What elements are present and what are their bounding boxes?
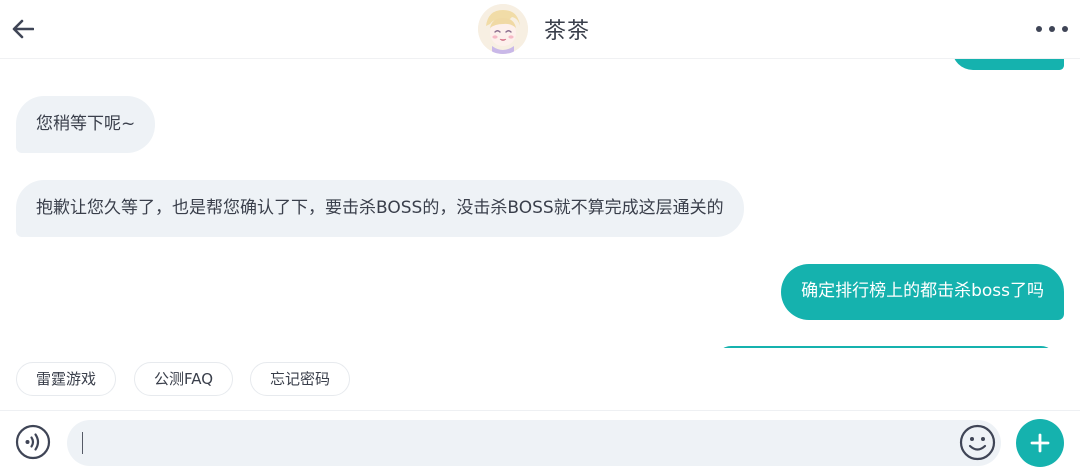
input-bar: [0, 410, 1080, 475]
contact-name: 茶茶: [544, 19, 591, 44]
text-cursor: [82, 432, 83, 454]
add-button[interactable]: [1016, 419, 1064, 467]
message-input[interactable]: [67, 420, 1001, 466]
message-bubble-agent: 您稍等下呢~: [16, 96, 156, 153]
quick-reply-chip[interactable]: 忘记密码: [250, 362, 351, 396]
quick-reply-chip[interactable]: 雷霆游戏: [16, 362, 117, 396]
voice-button[interactable]: [15, 424, 51, 460]
quick-replies: 雷霆游戏 公测FAQ 忘记密码: [0, 348, 1080, 410]
message-list[interactable]: 您稍等下呢~ 抱歉让您久等了，也是帮您确认了下，要击杀BOSS的，没击杀BOSS…: [0, 58, 1080, 348]
message-bubble-user: 确定排行榜上的都击杀boss了吗: [781, 264, 1064, 320]
message-bubble-partial: [952, 58, 1064, 70]
contact-info[interactable]: 茶茶: [478, 4, 590, 54]
emoji-icon: [959, 424, 996, 461]
plus-icon: [1030, 433, 1050, 453]
chat-header: 茶茶: [0, 0, 1080, 59]
back-button[interactable]: [8, 12, 38, 46]
message-bubble-agent: 抱歉让您久等了，也是帮您确认了下，要击杀BOSS的，没击杀BOSS就不算完成这层…: [16, 180, 744, 237]
emoji-button[interactable]: [959, 424, 996, 461]
more-options-button[interactable]: [1036, 18, 1068, 40]
quick-reply-chip[interactable]: 公测FAQ: [134, 362, 234, 396]
voice-icon: [15, 424, 51, 460]
avatar[interactable]: [478, 4, 528, 54]
arrow-left-icon: [12, 19, 34, 39]
more-horizontal-icon: [1036, 26, 1042, 32]
